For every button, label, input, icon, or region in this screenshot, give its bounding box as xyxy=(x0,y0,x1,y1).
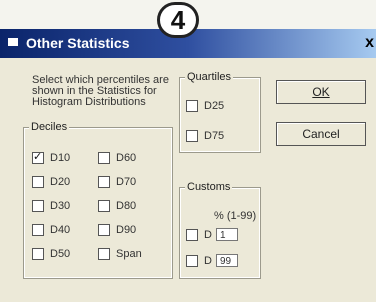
window-title: Other Statistics xyxy=(26,35,130,51)
decile-checkbox-d70-label: D70 xyxy=(116,176,137,188)
quartiles-label: Quartiles xyxy=(185,71,234,83)
decile-checkbox-d20-box[interactable] xyxy=(32,176,44,188)
decile-checkbox-d40-box[interactable] xyxy=(32,224,44,236)
quartile-checkbox-d75[interactable]: D75 xyxy=(186,130,224,142)
decile-checkbox-span-label: Span xyxy=(116,248,142,260)
custom-checkbox-2-value-field[interactable]: 99 xyxy=(215,254,238,267)
step-badge: 4 xyxy=(157,2,199,38)
custom-checkbox-1-value-field[interactable]: 1 xyxy=(215,228,238,241)
decile-checkbox-d10-label: D10 xyxy=(50,152,71,164)
cancel-button-label: Cancel xyxy=(302,127,340,141)
quartile-checkbox-d25-label: D25 xyxy=(204,100,225,112)
ok-button[interactable]: OK xyxy=(276,80,366,104)
customs-label: Customs xyxy=(185,181,233,193)
custom-checkbox-1-label: D xyxy=(204,228,212,241)
decile-checkbox-d50-box[interactable] xyxy=(32,248,44,260)
custom-checkbox-1[interactable]: D1 xyxy=(186,228,238,241)
decile-checkbox-d40[interactable]: D40 xyxy=(32,224,70,236)
custom-checkbox-2-label: D xyxy=(204,254,212,267)
decile-checkbox-d80-box[interactable] xyxy=(98,200,110,212)
decile-checkbox-d70[interactable]: D70 xyxy=(98,176,136,188)
decile-checkbox-d40-label: D40 xyxy=(50,224,71,236)
decile-checkbox-d70-box[interactable] xyxy=(98,176,110,188)
quartile-checkbox-d75-label: D75 xyxy=(204,130,225,142)
decile-checkbox-span-box[interactable] xyxy=(98,248,110,260)
custom-checkbox-2[interactable]: D 99 xyxy=(186,254,238,267)
decile-checkbox-d30-label: D30 xyxy=(50,200,71,212)
decile-checkbox-d60-box[interactable] xyxy=(98,152,110,164)
decile-checkbox-d10[interactable]: D10 xyxy=(32,150,71,164)
deciles-label: Deciles xyxy=(29,121,70,133)
ok-button-label: OK xyxy=(312,85,330,99)
decile-checkbox-d50-label: D50 xyxy=(50,248,71,260)
decile-checkbox-d60[interactable]: D60 xyxy=(98,152,136,164)
decile-checkbox-d90-label: D90 xyxy=(116,224,137,236)
decile-checkbox-d30[interactable]: D30 xyxy=(32,200,70,212)
decile-checkbox-d80[interactable]: D80 xyxy=(98,200,136,212)
decile-checkbox-span[interactable]: Span xyxy=(98,248,142,260)
cancel-button[interactable]: Cancel xyxy=(276,122,366,146)
customs-range-label: % (1-99) xyxy=(214,210,257,222)
decile-checkbox-d10-box[interactable] xyxy=(32,150,44,164)
window-icon xyxy=(8,38,18,46)
decile-checkbox-d90[interactable]: D90 xyxy=(98,224,136,236)
close-icon[interactable]: x xyxy=(365,34,374,52)
decile-checkbox-d50[interactable]: D50 xyxy=(32,248,70,260)
quartile-checkbox-d25[interactable]: D25 xyxy=(186,100,224,112)
decile-checkbox-d90-box[interactable] xyxy=(98,224,110,236)
decile-checkbox-d60-label: D60 xyxy=(116,152,137,164)
decile-checkbox-d30-box[interactable] xyxy=(32,200,44,212)
custom-checkbox-2-box[interactable] xyxy=(186,254,198,267)
quartile-checkbox-d75-box[interactable] xyxy=(186,130,198,142)
custom-checkbox-1-box[interactable] xyxy=(186,228,198,241)
decile-checkbox-d20-label: D20 xyxy=(50,176,71,188)
decile-checkbox-d20[interactable]: D20 xyxy=(32,176,70,188)
quartile-checkbox-d25-box[interactable] xyxy=(186,100,198,112)
decile-checkbox-d80-label: D80 xyxy=(116,200,137,212)
description-text: Select which percentiles are shown in th… xyxy=(32,74,169,108)
